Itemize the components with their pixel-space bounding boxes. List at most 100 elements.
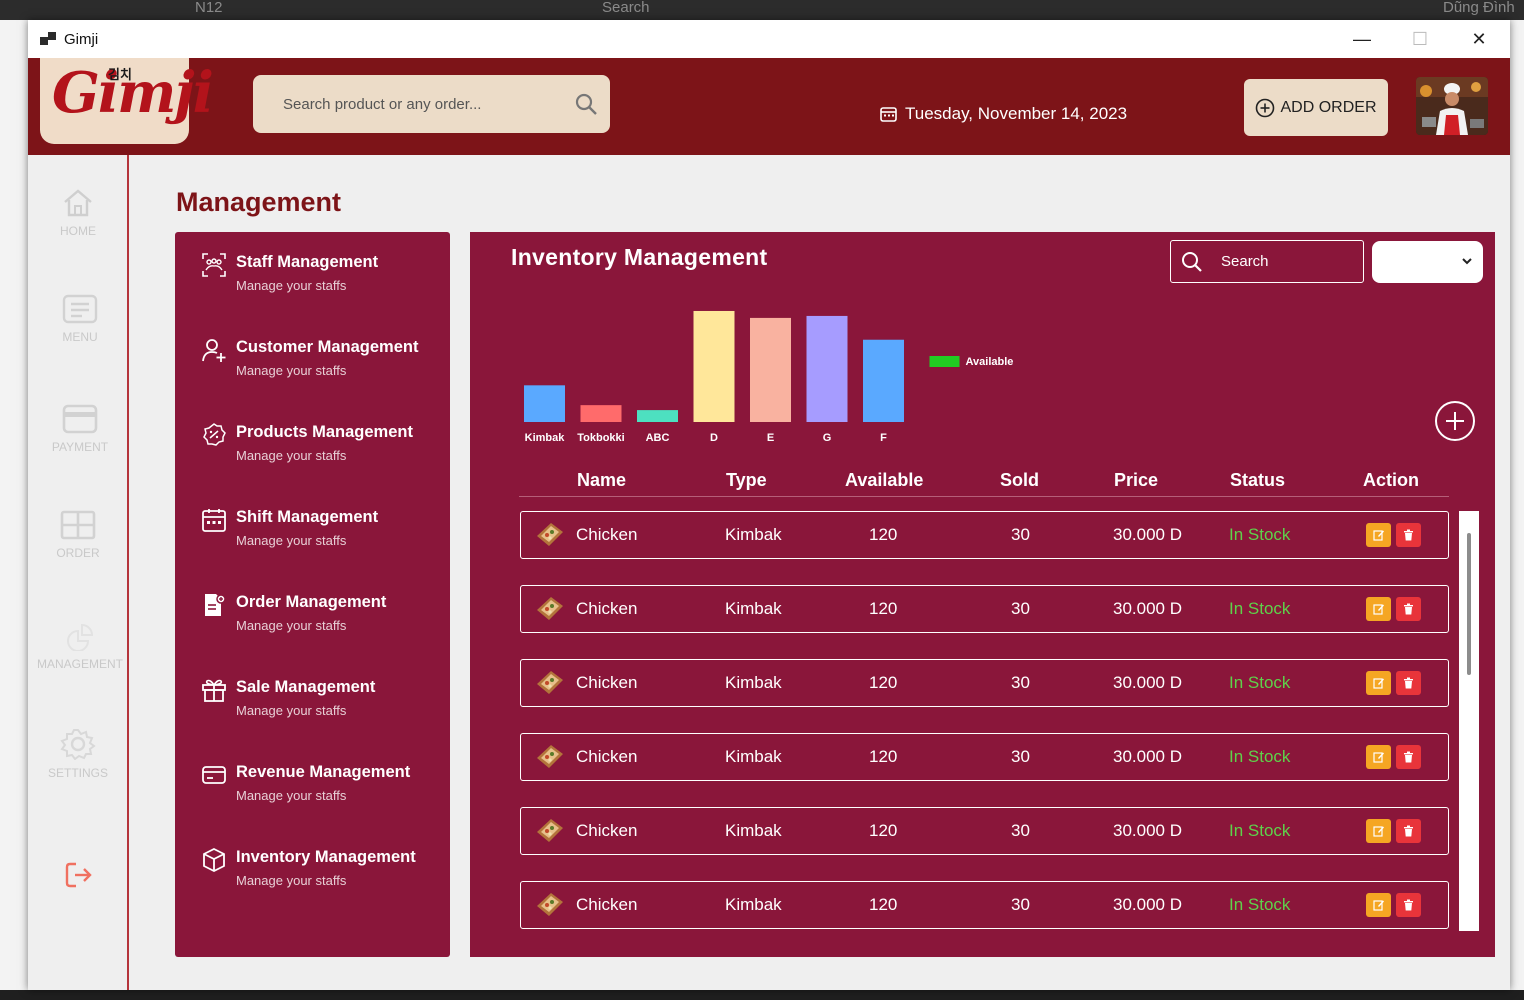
cell-name: Chicken — [576, 821, 638, 840]
current-date: Tuesday, November 14, 2023 — [880, 104, 1127, 124]
scrollbar-thumb[interactable] — [1467, 533, 1471, 675]
sidebar-item-settings[interactable]: SETTINGS — [28, 728, 128, 780]
sidebar-item-menu[interactable]: MENU — [30, 294, 130, 344]
page-title: Management — [176, 187, 342, 217]
cell-type: Kimbak — [725, 821, 782, 840]
inventory-title: Inventory Management — [511, 244, 768, 270]
sidebar-item-order[interactable]: ORDER — [28, 510, 128, 560]
management-item-subtitle: Manage your staffs — [236, 618, 347, 633]
cell-price: 30.000 D — [1113, 673, 1182, 692]
background-search-label: Search — [602, 0, 650, 16]
edit-icon — [1372, 604, 1384, 615]
delete-button[interactable] — [1396, 671, 1421, 695]
cell-name: Chicken — [576, 599, 638, 618]
delete-button[interactable] — [1396, 893, 1421, 917]
table-row[interactable]: Chicken Kimbak 120 30 30.000 D In Stock — [520, 881, 1449, 929]
chart-bar-tokbokki — [580, 405, 622, 422]
chevron-down-icon — [1462, 258, 1472, 265]
chart-bar-e — [750, 317, 791, 422]
chart-tick-label: F — [880, 432, 887, 444]
chart-tick-label: D — [710, 432, 718, 444]
global-search-input[interactable] — [283, 75, 563, 133]
delete-button[interactable] — [1396, 819, 1421, 843]
background-taskbar — [0, 990, 1524, 1000]
chart-bar-kimbak — [524, 385, 565, 422]
management-item-title: Customer Management — [236, 338, 419, 356]
sidebar-item-label: MENU — [62, 330, 98, 344]
trash-icon — [1404, 899, 1413, 911]
inventory-panel: Inventory Management Kimbak Tokbokki ABC D E… — [470, 232, 1495, 957]
status-badge: In Stock — [1229, 821, 1291, 840]
background-window-left — [0, 20, 28, 1000]
chart-tick-label: ABC — [646, 432, 670, 444]
logout-icon — [65, 862, 92, 888]
edit-button[interactable] — [1366, 745, 1391, 769]
calendar-icon — [202, 509, 226, 532]
logo-text: Gimji — [52, 60, 214, 126]
table-row[interactable]: Chicken Kimbak 120 30 30.000 D In Stock — [520, 807, 1449, 855]
close-button[interactable]: ✕ — [1450, 20, 1508, 58]
delete-button[interactable] — [1396, 523, 1421, 547]
status-badge: In Stock — [1229, 525, 1291, 544]
global-search — [253, 75, 610, 133]
document-icon — [205, 594, 226, 616]
sidebar-item-home[interactable]: HOME — [28, 188, 128, 238]
cell-price: 30.000 D — [1113, 525, 1182, 544]
management-item-subtitle: Manage your staffs — [236, 278, 347, 293]
table-row[interactable]: Chicken Kimbak 120 30 30.000 D In Stock — [520, 585, 1449, 633]
management-item-subtitle: Manage your staffs — [236, 703, 347, 718]
cell-price: 30.000 D — [1113, 747, 1182, 766]
cell-sold: 30 — [1011, 599, 1030, 618]
management-item-title: Inventory Management — [236, 848, 416, 866]
management-item-title: Sale Management — [236, 678, 376, 696]
trash-icon — [1404, 603, 1413, 615]
chart-pie-icon — [67, 623, 94, 651]
sidebar-item-management[interactable]: MANAGEMENT — [30, 621, 130, 671]
search-icon[interactable] — [574, 92, 598, 116]
chart-tick-label: G — [823, 432, 832, 444]
background-app-toolbar: N12 Search Dũng Đình — [0, 0, 1524, 20]
sidebar-item-payment[interactable]: PAYMENT — [30, 404, 130, 454]
add-order-button[interactable]: ADD ORDER — [1244, 79, 1388, 136]
inventory-rows: Chicken Kimbak 120 30 30.000 D In Stock Chicke… — [519, 511, 1451, 931]
chart-legend-label: Available — [966, 356, 1014, 368]
logo[interactable]: Gimji 김치 — [40, 58, 214, 144]
box-icon — [203, 847, 225, 873]
column-header-price: Price — [1114, 470, 1159, 490]
grid-icon — [60, 510, 96, 540]
management-item-subtitle: Manage your staffs — [236, 533, 347, 548]
search-icon[interactable] — [1181, 251, 1203, 273]
edit-button[interactable] — [1366, 671, 1391, 695]
cell-price: 30.000 D — [1113, 821, 1182, 840]
food-thumbnail-icon — [537, 745, 563, 768]
cell-available: 120 — [869, 895, 898, 914]
management-menu: Staff Management Manage your staffs Cust… — [175, 232, 450, 957]
logout-button[interactable] — [64, 860, 94, 895]
avatar[interactable] — [1416, 77, 1488, 135]
edit-button[interactable] — [1366, 893, 1391, 917]
management-item-title: Revenue Management — [236, 763, 411, 781]
add-item-button[interactable] — [1435, 401, 1475, 441]
cell-name: Chicken — [576, 673, 638, 692]
chart-bar-d — [693, 310, 735, 422]
cell-sold: 30 — [1011, 821, 1030, 840]
table-scrollbar[interactable] — [1459, 511, 1479, 931]
delete-button[interactable] — [1396, 745, 1421, 769]
minimize-button[interactable]: — — [1333, 20, 1391, 58]
cell-type: Kimbak — [725, 599, 782, 618]
inventory-search — [1170, 240, 1364, 283]
edit-button[interactable] — [1366, 523, 1391, 547]
menu-icon — [62, 294, 98, 324]
table-row[interactable]: Chicken Kimbak 120 30 30.000 D In Stock — [520, 511, 1449, 559]
inventory-search-input[interactable] — [1221, 241, 1351, 282]
status-badge: In Stock — [1229, 747, 1291, 766]
inventory-filter-select[interactable] — [1372, 241, 1483, 283]
edit-button[interactable] — [1366, 597, 1391, 621]
edit-button[interactable] — [1366, 819, 1391, 843]
cell-type: Kimbak — [725, 895, 782, 914]
maximize-button[interactable]: ☐ — [1391, 20, 1449, 58]
chart-legend-swatch — [929, 356, 960, 367]
delete-button[interactable] — [1396, 597, 1421, 621]
table-row[interactable]: Chicken Kimbak 120 30 30.000 D In Stock — [520, 733, 1449, 781]
table-row[interactable]: Chicken Kimbak 120 30 30.000 D In Stock — [520, 659, 1449, 707]
